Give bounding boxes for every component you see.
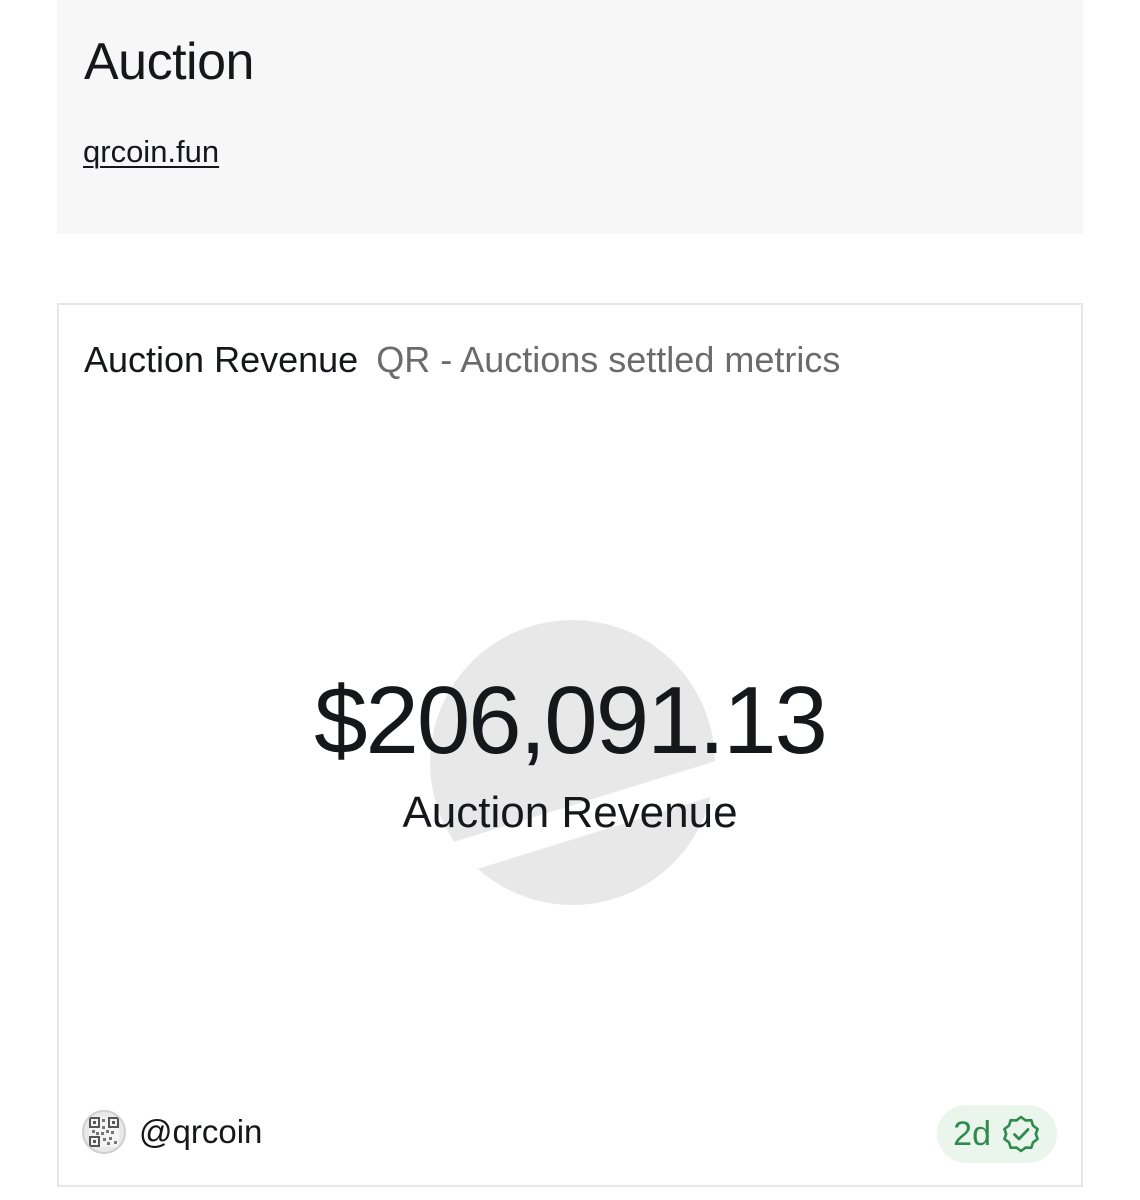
card-heading: Auction Revenue QR - Auctions settled met… bbox=[84, 339, 840, 381]
metric-value: $206,091.13 bbox=[314, 667, 828, 774]
last-run-age: 2d bbox=[953, 1114, 991, 1153]
refresh-status-badge[interactable]: 2d bbox=[937, 1105, 1057, 1163]
verified-badge-icon bbox=[1001, 1114, 1041, 1154]
card-title[interactable]: Auction Revenue bbox=[84, 339, 358, 380]
author-username: @qrcoin bbox=[139, 1113, 263, 1150]
qr-code-avatar-icon bbox=[82, 1110, 126, 1154]
author-link[interactable]: @qrcoin bbox=[82, 1110, 262, 1154]
dashboard-title: Auction bbox=[84, 33, 254, 91]
query-name[interactable]: QR - Auctions settled metrics bbox=[376, 339, 840, 380]
page: Auction qrcoin.fun Auction Revenue QR - A… bbox=[0, 0, 1140, 1200]
metric-label: Auction Revenue bbox=[402, 788, 738, 837]
metric-card: Auction Revenue QR - Auctions settled met… bbox=[57, 303, 1083, 1187]
dashboard-header: Auction qrcoin.fun bbox=[57, 0, 1083, 234]
dashboard-link[interactable]: qrcoin.fun bbox=[83, 134, 219, 170]
